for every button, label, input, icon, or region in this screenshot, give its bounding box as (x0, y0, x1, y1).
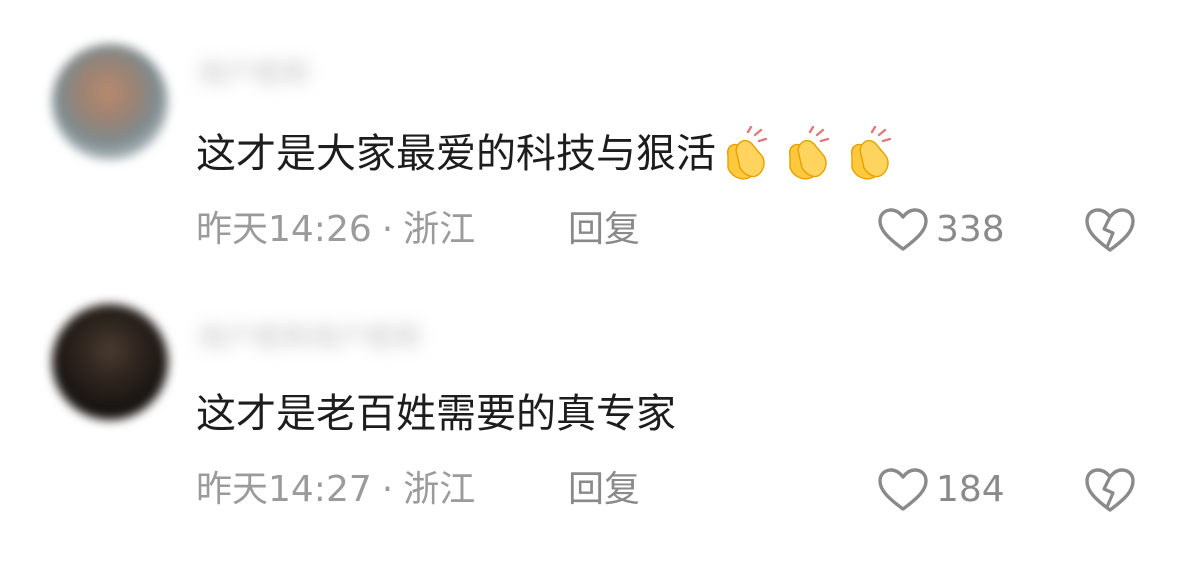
clapping-hands-icon (726, 126, 768, 180)
comment-text: 这才是老百姓需要的真专家 (196, 386, 676, 442)
reply-button[interactable]: 回复 (568, 206, 640, 254)
like-count: 184 (936, 469, 1005, 510)
like-count: 338 (936, 209, 1005, 250)
broken-heart-icon[interactable] (1082, 465, 1138, 515)
timestamp: 昨天14:27 (196, 469, 372, 510)
like-button[interactable]: 184 (876, 466, 1005, 514)
emoji-group (718, 126, 904, 182)
comment-text: 这才是大家最爱的科技与狠活 (196, 126, 904, 182)
broken-heart-icon[interactable] (1082, 205, 1138, 255)
comment-meta: 昨天14:27 · 浙江 (196, 466, 475, 514)
separator: · (381, 209, 394, 250)
comment-text-content: 这才是老百姓需要的真专家 (196, 391, 676, 437)
heart-icon (878, 468, 928, 511)
heart-icon (878, 208, 928, 251)
comment-item: 用户昵称用户昵称 这才是老百姓需要的真专家 昨天14:27 · 浙江 回复 184 (0, 280, 1200, 561)
reply-button[interactable]: 回复 (568, 466, 640, 514)
comment-meta: 昨天14:26 · 浙江 (196, 206, 475, 254)
location: 浙江 (403, 469, 476, 510)
username[interactable]: 用户昵称 (198, 54, 310, 94)
avatar[interactable] (52, 44, 168, 160)
avatar[interactable] (52, 304, 168, 420)
location: 浙江 (403, 209, 476, 250)
comment-text-content: 这才是大家最爱的科技与狠活 (196, 131, 716, 177)
like-button[interactable]: 338 (876, 206, 1005, 254)
comment-item: 用户昵称 这才是大家最爱的科技与狠活 昨天14:26 · 浙江 回复 338 (0, 0, 1200, 280)
clapping-hands-icon (788, 126, 830, 180)
timestamp: 昨天14:26 (196, 209, 372, 250)
separator: · (381, 469, 394, 510)
clapping-hands-icon (850, 126, 892, 180)
username[interactable]: 用户昵称用户昵称 (198, 318, 422, 358)
comment-list: 用户昵称 这才是大家最爱的科技与狠活 昨天14:26 · 浙江 回复 338 用… (0, 0, 1200, 561)
